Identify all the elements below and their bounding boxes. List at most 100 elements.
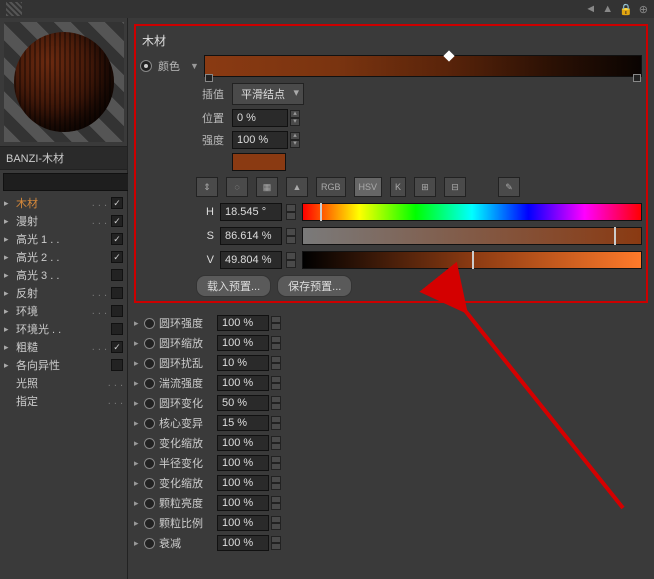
channel-row[interactable]: ▸高光 3 . .: [0, 266, 127, 284]
param-radio[interactable]: [144, 458, 155, 469]
color-tool-button[interactable]: ⇕: [196, 177, 218, 197]
param-radio[interactable]: [144, 518, 155, 529]
material-preview[interactable]: [4, 22, 124, 142]
channel-row[interactable]: ▸各向异性: [0, 356, 127, 374]
param-radio[interactable]: [144, 378, 155, 389]
color-swatch[interactable]: [232, 153, 286, 171]
param-spinner[interactable]: [271, 456, 281, 470]
channel-row[interactable]: ▸高光 2 . .: [0, 248, 127, 266]
h-field[interactable]: 18.545 °: [220, 203, 282, 221]
expand-icon[interactable]: ▸: [4, 216, 12, 227]
param-spinner[interactable]: [271, 496, 281, 510]
param-spinner[interactable]: [271, 436, 281, 450]
channel-row[interactable]: 指定. . .: [0, 392, 127, 410]
param-field[interactable]: 100 %: [217, 455, 269, 471]
expand-icon[interactable]: ▸: [4, 288, 12, 299]
param-radio[interactable]: [144, 498, 155, 509]
arrow-left-icon[interactable]: ◄: [585, 3, 596, 15]
channel-checkbox[interactable]: [111, 359, 123, 371]
param-expand-icon[interactable]: ▸: [134, 458, 144, 469]
color-tool-button[interactable]: HSV: [354, 177, 383, 197]
param-spinner[interactable]: [271, 396, 281, 410]
color-tool-button[interactable]: K: [390, 177, 406, 197]
param-spinner[interactable]: [271, 476, 281, 490]
color-radio[interactable]: [140, 60, 152, 72]
param-expand-icon[interactable]: ▸: [134, 398, 144, 409]
channel-checkbox[interactable]: [111, 197, 123, 209]
param-field[interactable]: 100 %: [217, 435, 269, 451]
param-spinner[interactable]: [271, 376, 281, 390]
param-expand-icon[interactable]: ▸: [134, 418, 144, 429]
pos-field[interactable]: 0 %: [232, 109, 288, 127]
save-preset-button[interactable]: 保存预置...: [277, 275, 352, 297]
param-radio[interactable]: [144, 398, 155, 409]
channel-row[interactable]: ▸木材. . .: [0, 194, 127, 212]
color-tool-button[interactable]: RGB: [316, 177, 346, 197]
param-field[interactable]: 100 %: [217, 515, 269, 531]
color-tool-button[interactable]: ⊟: [444, 177, 466, 197]
param-spinner[interactable]: [271, 536, 281, 550]
sat-slider[interactable]: [302, 227, 642, 245]
channel-checkbox[interactable]: [111, 305, 123, 317]
add-icon[interactable]: ⊕: [639, 3, 648, 16]
param-field[interactable]: 100 %: [217, 315, 269, 331]
param-expand-icon[interactable]: ▸: [134, 318, 144, 329]
channel-row[interactable]: 光照. . .: [0, 374, 127, 392]
param-field[interactable]: 100 %: [217, 475, 269, 491]
arrow-up-icon[interactable]: ▲: [602, 3, 613, 15]
expand-icon[interactable]: ▸: [4, 234, 12, 245]
channel-checkbox[interactable]: [111, 341, 123, 353]
load-preset-button[interactable]: 载入预置...: [196, 275, 271, 297]
channel-row[interactable]: ▸环境. . .: [0, 302, 127, 320]
channel-row[interactable]: ▸漫射. . .: [0, 212, 127, 230]
channel-checkbox[interactable]: [111, 251, 123, 263]
lock-icon[interactable]: 🔒: [619, 3, 633, 16]
param-expand-icon[interactable]: ▸: [134, 358, 144, 369]
param-field[interactable]: 10 %: [217, 355, 269, 371]
channel-checkbox[interactable]: [111, 323, 123, 335]
channel-row[interactable]: ▸环境光 . .: [0, 320, 127, 338]
v-spinner[interactable]: [286, 252, 296, 268]
color-tool-button[interactable]: ✎: [498, 177, 520, 197]
channel-checkbox[interactable]: [111, 215, 123, 227]
hue-thumb[interactable]: [320, 203, 322, 221]
param-spinner[interactable]: [271, 516, 281, 530]
param-expand-icon[interactable]: ▸: [134, 478, 144, 489]
param-expand-icon[interactable]: ▸: [134, 498, 144, 509]
param-expand-icon[interactable]: ▸: [134, 538, 144, 549]
param-spinner[interactable]: [271, 416, 281, 430]
channel-row[interactable]: ▸高光 1 . .: [0, 230, 127, 248]
pos-spinner[interactable]: ▴▾: [290, 110, 300, 126]
param-expand-icon[interactable]: ▸: [134, 518, 144, 529]
expand-icon[interactable]: ▸: [4, 324, 12, 335]
param-radio[interactable]: [144, 418, 155, 429]
material-name[interactable]: BANZI-木材: [0, 146, 127, 170]
param-radio[interactable]: [144, 538, 155, 549]
intensity-spinner[interactable]: ▴▾: [290, 132, 300, 148]
v-field[interactable]: 49.804 %: [220, 251, 282, 269]
expand-icon[interactable]: ▸: [4, 306, 12, 317]
expand-icon[interactable]: ▸: [4, 198, 12, 209]
param-radio[interactable]: [144, 438, 155, 449]
param-radio[interactable]: [144, 318, 155, 329]
channel-checkbox[interactable]: [111, 233, 123, 245]
param-radio[interactable]: [144, 338, 155, 349]
param-spinner[interactable]: [271, 336, 281, 350]
param-field[interactable]: 15 %: [217, 415, 269, 431]
intensity-field[interactable]: 100 %: [232, 131, 288, 149]
s-field[interactable]: 86.614 %: [220, 227, 282, 245]
param-radio[interactable]: [144, 478, 155, 489]
param-expand-icon[interactable]: ▸: [134, 338, 144, 349]
expand-icon[interactable]: ▸: [4, 270, 12, 281]
color-tool-button[interactable]: ◌: [226, 177, 248, 197]
color-tool-button[interactable]: ⊞: [414, 177, 436, 197]
sat-thumb[interactable]: [614, 227, 616, 245]
param-expand-icon[interactable]: ▸: [134, 438, 144, 449]
expand-icon[interactable]: ▸: [4, 252, 12, 263]
channel-row[interactable]: ▸反射. . .: [0, 284, 127, 302]
h-spinner[interactable]: [286, 204, 296, 220]
expand-icon[interactable]: ▸: [4, 360, 12, 371]
channel-checkbox[interactable]: [111, 287, 123, 299]
param-spinner[interactable]: [271, 356, 281, 370]
hue-slider[interactable]: [302, 203, 642, 221]
